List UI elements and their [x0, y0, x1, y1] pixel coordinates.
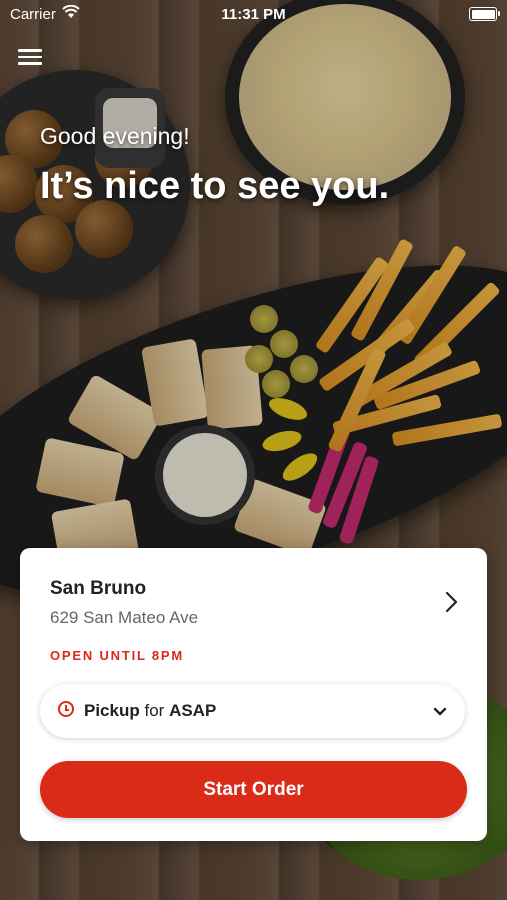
location-address[interactable]: 629 San Mateo Ave: [50, 608, 198, 628]
battery-icon: [469, 7, 500, 21]
status-bar: Carrier 11:31 PM: [0, 0, 507, 28]
home-screen: Carrier 11:31 PM Good evening! It’s nice…: [0, 0, 507, 900]
order-mode-selector[interactable]: Pickup for ASAP: [40, 684, 465, 738]
order-mode-text: Pickup for ASAP: [84, 701, 216, 721]
menu-icon[interactable]: [18, 46, 42, 68]
clock-time: 11:31 PM: [221, 6, 286, 23]
greeting-subtitle: Good evening!: [40, 123, 190, 149]
hours-status: OPEN UNTIL 8PM: [50, 648, 185, 663]
chevron-down-icon: [433, 704, 447, 716]
location-card: San Bruno 629 San Mateo Ave OPEN UNTIL 8…: [20, 548, 487, 841]
clock-icon: [58, 701, 74, 717]
greeting-title: It’s nice to see you.: [40, 165, 390, 207]
order-mode: Pickup: [84, 701, 140, 720]
order-time: ASAP: [169, 701, 217, 720]
order-mode-connector: for: [144, 701, 165, 720]
location-name[interactable]: San Bruno: [50, 578, 146, 600]
start-order-button[interactable]: Start Order: [40, 761, 467, 818]
chevron-right-icon[interactable]: [441, 590, 461, 614]
